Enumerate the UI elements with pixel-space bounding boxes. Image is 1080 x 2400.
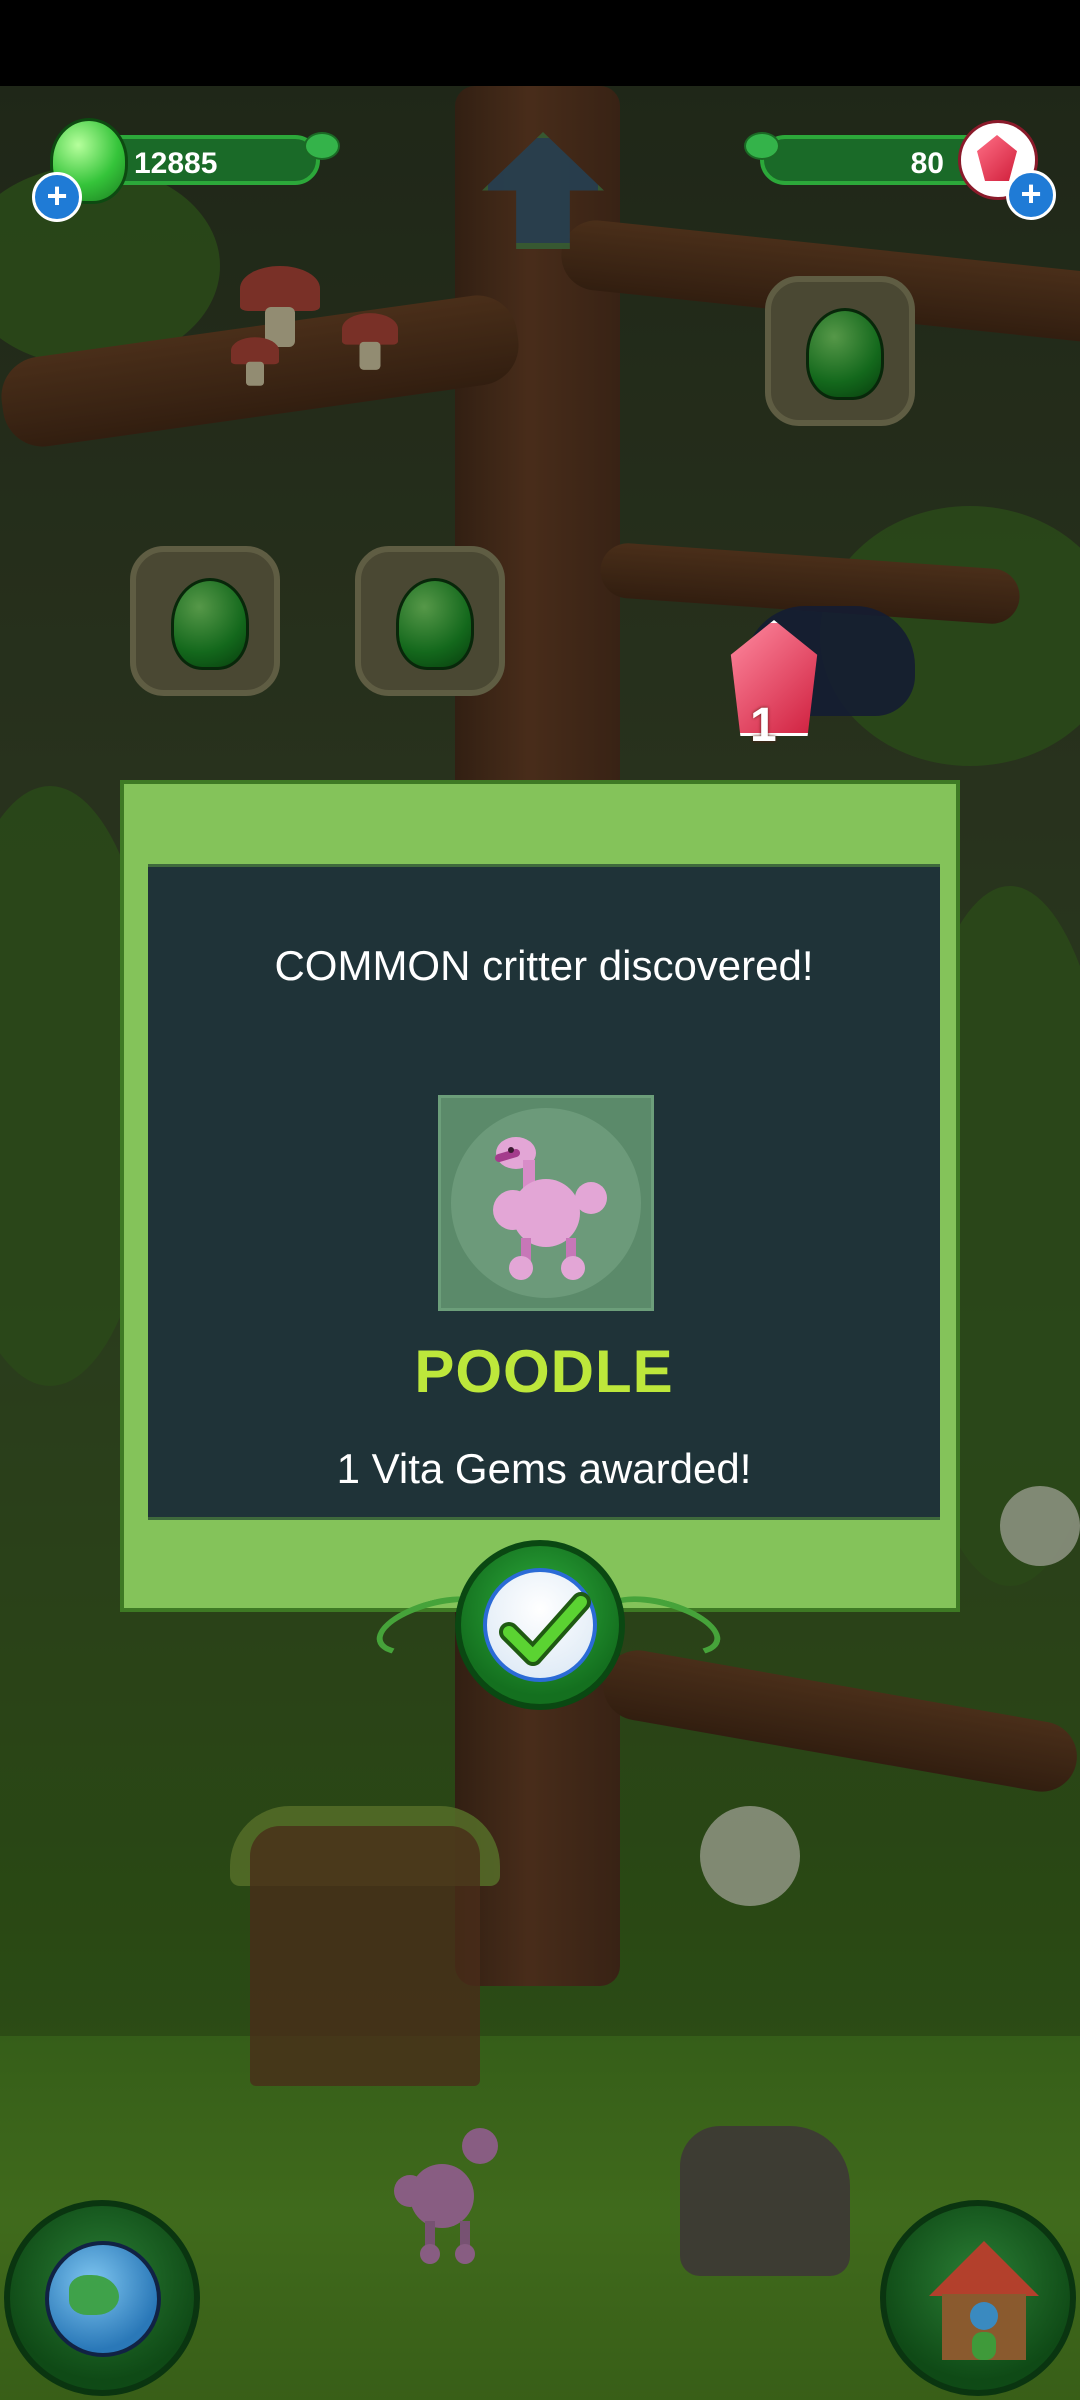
add-goo-button[interactable]: + xyxy=(32,172,82,222)
checkmark-icon xyxy=(499,1592,591,1666)
discovery-message: COMMON critter discovered! xyxy=(274,942,814,989)
dialog-content: COMMON critter discovered! POODLE 1 Vita… xyxy=(148,864,940,1520)
plus-icon: + xyxy=(1020,173,1042,214)
home-button[interactable] xyxy=(880,2200,1076,2396)
critter-discovered-dialog: COMMON critter discovered! POODLE 1 Vita… xyxy=(120,780,960,1612)
world-map-button[interactable] xyxy=(4,2200,200,2396)
gem-drop[interactable]: 1 xyxy=(716,620,826,760)
goo-count: 12885 xyxy=(134,147,218,180)
gem-count: 80 xyxy=(910,147,944,180)
poodle-icon xyxy=(451,1108,641,1298)
leaf-decoration xyxy=(304,132,340,160)
add-gems-button[interactable]: + xyxy=(1006,170,1056,220)
leaf-decoration xyxy=(744,132,780,160)
confirm-button[interactable] xyxy=(455,1540,625,1710)
critter-portrait xyxy=(438,1095,654,1311)
gem-drop-count: 1 xyxy=(750,699,777,752)
plus-icon: + xyxy=(46,175,68,216)
critter-name: POODLE xyxy=(414,1338,674,1405)
confirm-button-face xyxy=(483,1568,597,1682)
treehouse-icon xyxy=(929,2241,1039,2360)
globe-icon xyxy=(45,2241,161,2357)
award-text: 1 Vita Gems awarded! xyxy=(336,1445,752,1492)
